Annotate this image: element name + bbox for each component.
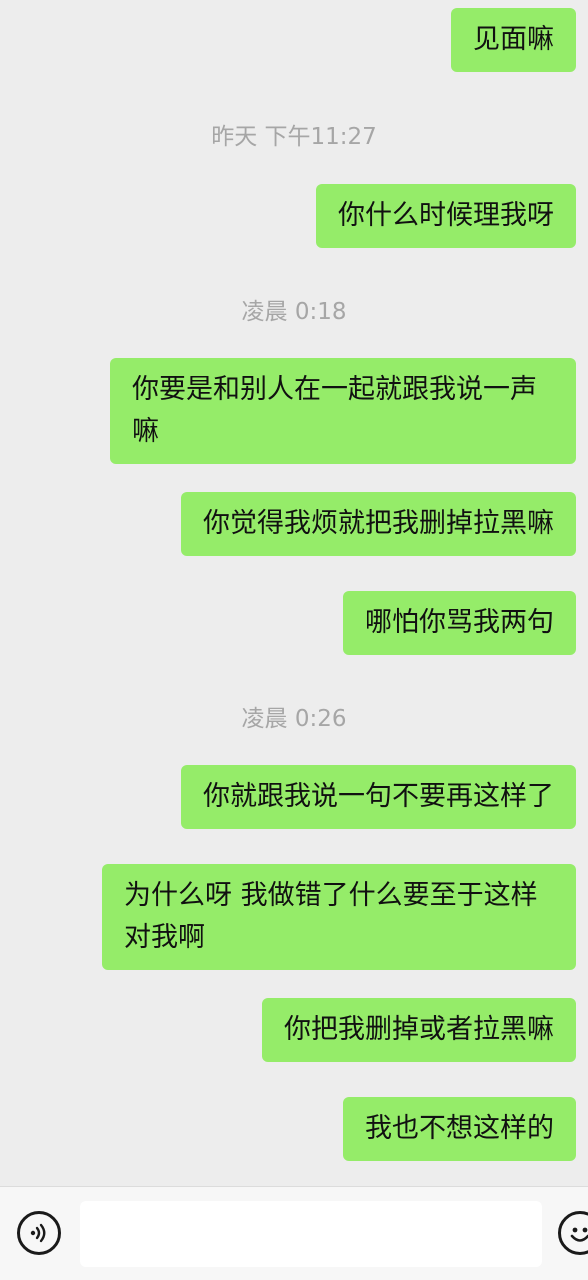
- message-bubble[interactable]: 你要是和别人在一起就跟我说一声嘛: [110, 358, 576, 464]
- emoji-icon[interactable]: [558, 1211, 588, 1255]
- timestamp: 凌晨 0:18: [241, 299, 347, 325]
- smiley-face-icon: [570, 1227, 588, 1242]
- timestamp: 凌晨 0:26: [241, 706, 347, 732]
- message-bubble[interactable]: 见面嘛: [451, 8, 576, 72]
- message-bubble[interactable]: 为什么呀 我做错了什么要至于这样对我啊: [102, 864, 576, 970]
- message-bubble[interactable]: 我也不想这样的: [343, 1097, 576, 1161]
- voice-waves-icon: [30, 1223, 46, 1243]
- message-bubble[interactable]: 你把我删掉或者拉黑嘛: [262, 998, 576, 1062]
- message-bubble[interactable]: 你就跟我说一句不要再这样了: [181, 765, 576, 829]
- timestamp: 昨天 下午11:27: [211, 124, 377, 150]
- message-bubble[interactable]: 哪怕你骂我两句: [343, 591, 576, 655]
- message-bubble[interactable]: 你什么时候理我呀: [316, 184, 576, 248]
- message-bubble[interactable]: 你觉得我烦就把我删掉拉黑嘛: [181, 492, 576, 556]
- message-input[interactable]: [80, 1201, 542, 1267]
- chat-message-list[interactable]: 见面嘛 昨天 下午11:27 你什么时候理我呀 凌晨 0:18 你要是和别人在一…: [0, 0, 588, 1186]
- voice-icon[interactable]: [17, 1211, 61, 1255]
- input-bar: [0, 1186, 588, 1280]
